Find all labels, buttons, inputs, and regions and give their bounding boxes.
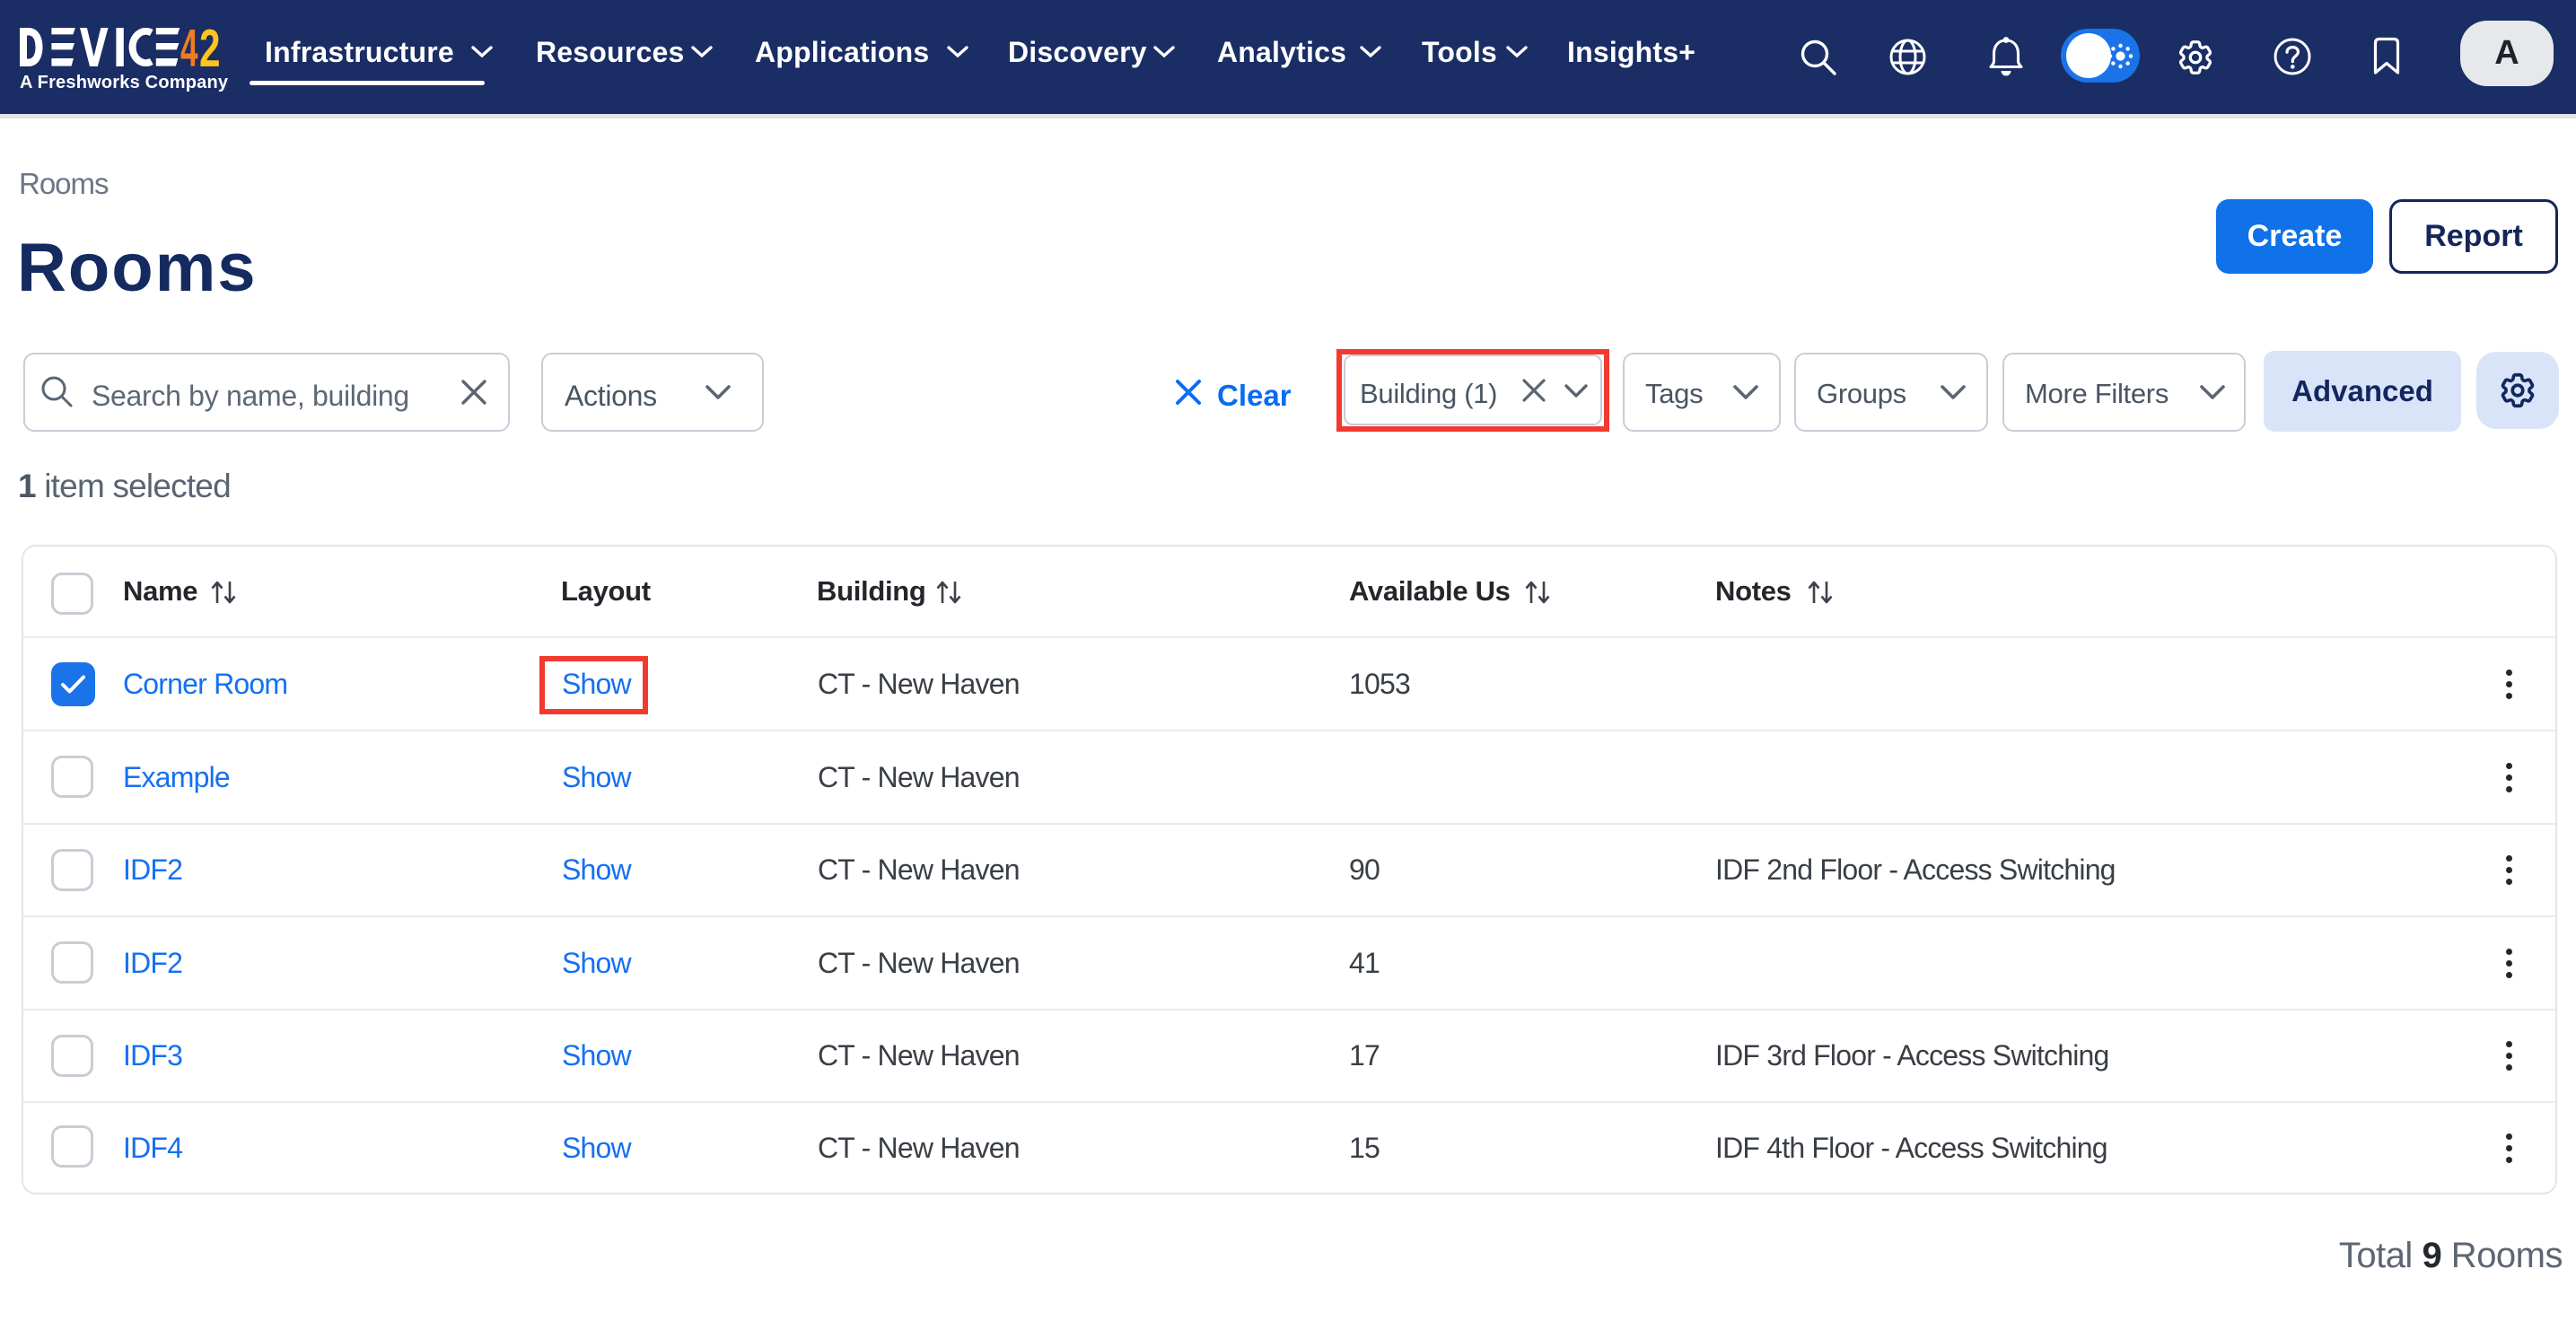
- svg-text:4: 4: [180, 28, 198, 66]
- svg-text:2: 2: [199, 28, 220, 66]
